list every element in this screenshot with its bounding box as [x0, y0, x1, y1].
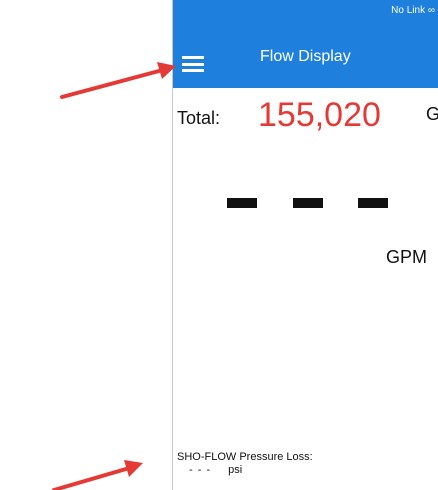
flow-dash [358, 198, 388, 208]
pressure-loss-value: - - - [189, 464, 212, 476]
pressure-loss-label: SHO-FLOW Pressure Loss: [177, 451, 313, 463]
link-status-text: No Link ∞ [391, 5, 435, 16]
pressure-loss-unit: psi [228, 464, 243, 476]
menu-icon-bar [182, 69, 204, 72]
total-value: 155,020 [258, 96, 381, 134]
menu-icon-bar [182, 56, 204, 59]
flow-dash [293, 198, 323, 208]
total-label: Total: [177, 108, 221, 128]
page-title: Flow Display [260, 48, 351, 65]
phone-screen: No Link ∞ Flow Display Total: 155,020 G … [172, 0, 438, 490]
menu-icon[interactable] [182, 56, 204, 72]
flow-dash [227, 198, 257, 208]
total-row: Total: 155,020 G [177, 96, 438, 136]
arrow-to-pressure-loss [52, 460, 143, 490]
pressure-loss-value-row: - - - psi [177, 464, 313, 476]
total-unit: G [426, 104, 438, 125]
pressure-loss-block: SHO-FLOW Pressure Loss: - - - psi [177, 451, 313, 476]
menu-icon-bar [182, 62, 204, 66]
flow-rate-unit: GPM [386, 247, 428, 267]
app-bar: No Link ∞ Flow Display [173, 0, 438, 88]
arrow-to-menu [60, 62, 176, 99]
